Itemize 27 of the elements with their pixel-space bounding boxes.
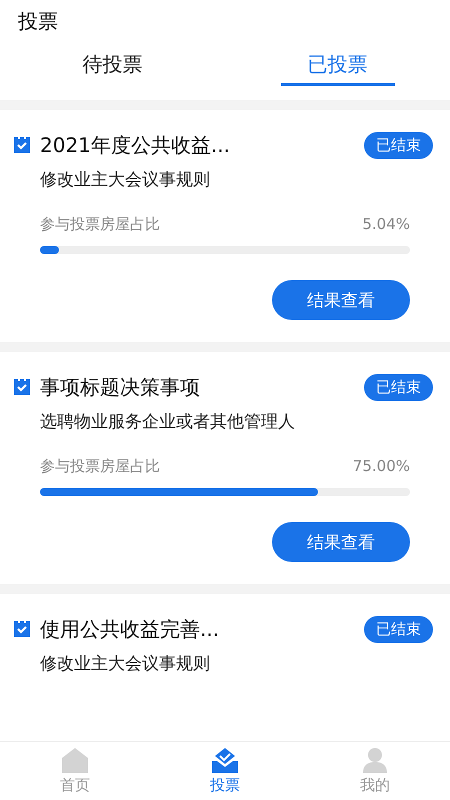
vote-description: 修改业主大会议事规则 [40, 653, 210, 675]
tab[interactable]: 已投票 [280, 50, 394, 86]
ballot-check-icon [12, 619, 32, 639]
status-badge: 已结束 [364, 374, 433, 400]
ballot-box-icon [211, 747, 239, 773]
ballot-check-icon [12, 135, 32, 155]
view-results-button[interactable]: 结果查看 [272, 280, 410, 320]
ballot-check-icon [12, 377, 32, 397]
participation-value: 75.00% [352, 457, 410, 476]
participation-label: 参与投票房屋占比 [40, 457, 160, 476]
status-badge: 已结束 [364, 616, 433, 642]
nav-tab[interactable]: 首页 [0, 742, 150, 800]
participation-label: 参与投票房屋占比 [40, 215, 160, 234]
vote-title: 2021年度公共收益... [40, 132, 231, 158]
user-icon [361, 747, 389, 773]
home-icon [61, 747, 89, 773]
tab[interactable]: 待投票 [56, 50, 170, 86]
vote-description: 修改业主大会议事规则 [40, 169, 210, 191]
participation-value: 5.04% [362, 215, 410, 234]
page-title: 投票 [17, 8, 58, 35]
nav-tab[interactable]: 投票 [150, 742, 300, 800]
vote-title: 使用公共收益完善... [40, 616, 220, 642]
vote-description: 选聘物业服务企业或者其他管理人 [40, 411, 295, 433]
vote-title: 事项标题决策事项 [40, 374, 201, 400]
view-results-button[interactable]: 结果查看 [272, 522, 410, 562]
nav-tab[interactable]: 我的 [300, 742, 450, 800]
status-badge: 已结束 [364, 132, 433, 158]
